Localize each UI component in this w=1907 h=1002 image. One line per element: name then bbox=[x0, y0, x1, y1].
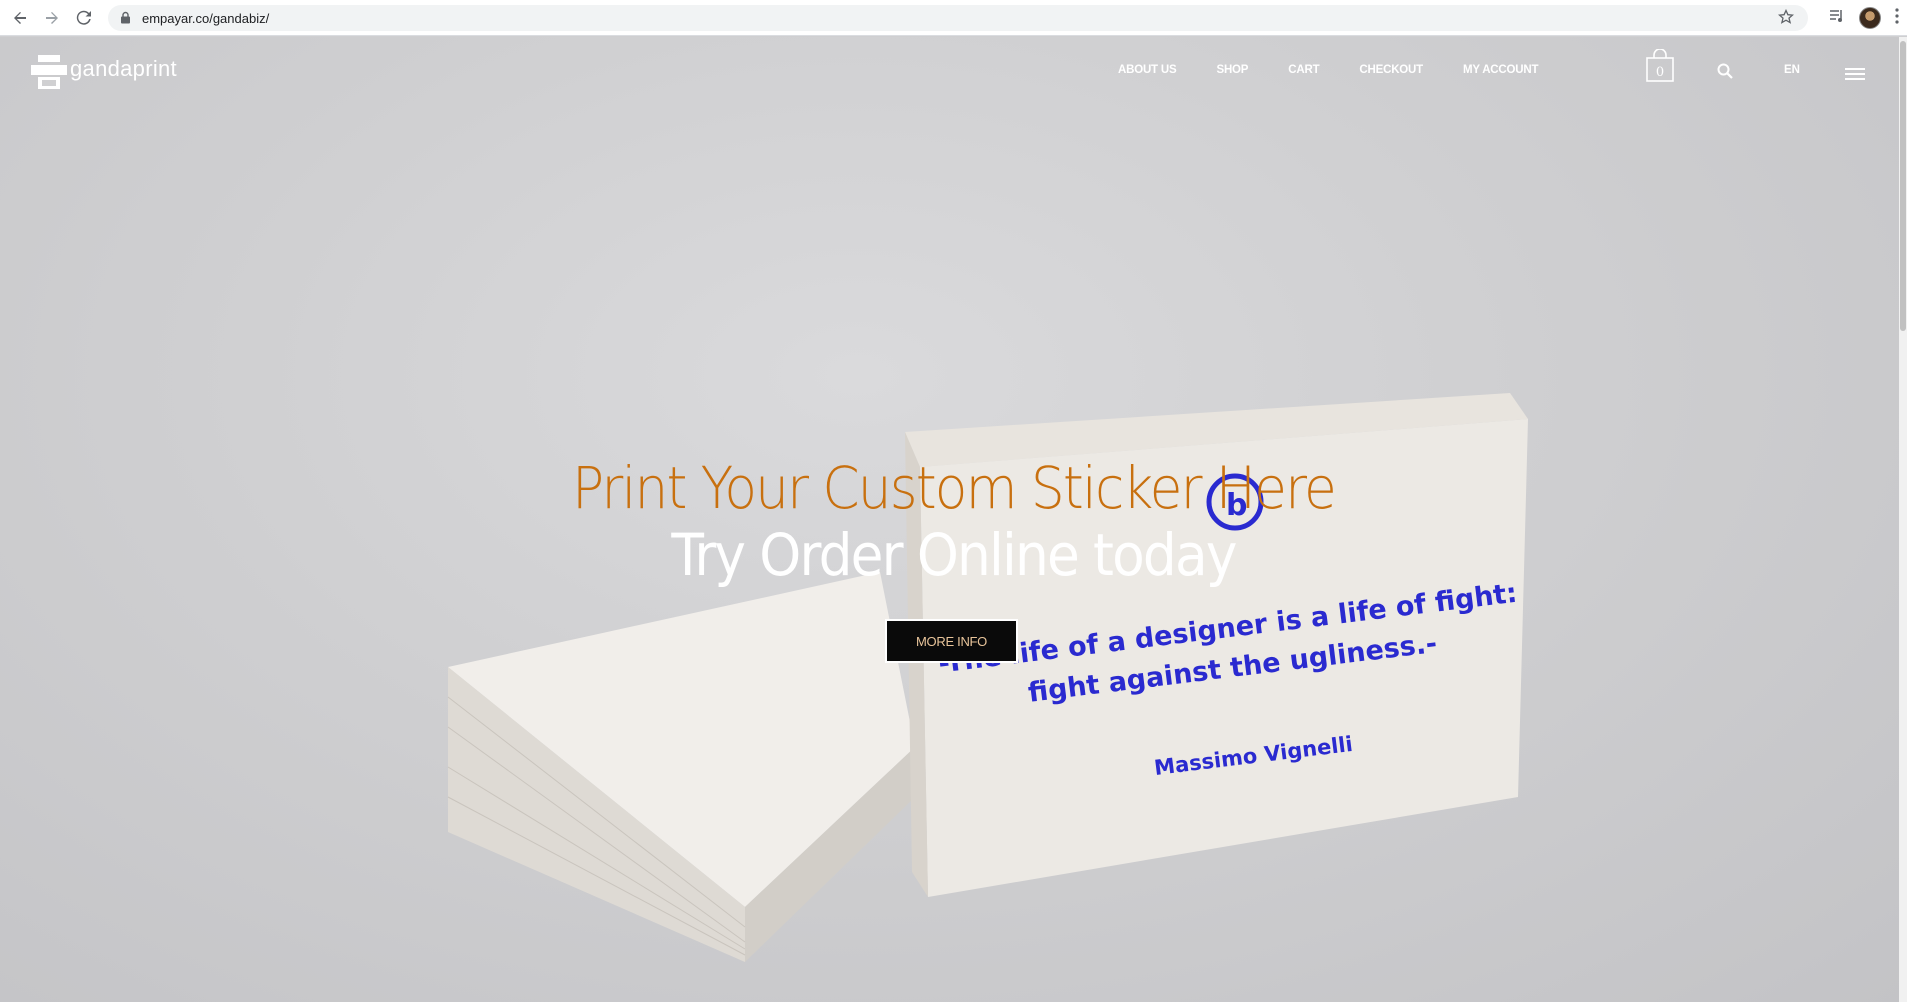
avatar[interactable] bbox=[1859, 7, 1881, 29]
hamburger-menu-button[interactable] bbox=[1845, 67, 1865, 85]
page-scrollbar[interactable] bbox=[1899, 37, 1907, 1002]
printer-logo-icon bbox=[31, 55, 67, 89]
address-bar[interactable]: empayar.co/gandabiz/ bbox=[108, 5, 1808, 31]
logo-text: gandaprint bbox=[70, 56, 177, 81]
media-icon[interactable] bbox=[1829, 9, 1845, 28]
site-logo[interactable]: gandaprint bbox=[30, 53, 177, 91]
cart-button[interactable]: 0 bbox=[1645, 48, 1675, 88]
menu-icon[interactable] bbox=[1895, 7, 1899, 29]
search-icon bbox=[1717, 63, 1733, 79]
hero-title: Print Your Custom Sticker Here bbox=[572, 454, 1337, 522]
nav-about-us[interactable]: ABOUT US bbox=[1118, 64, 1177, 76]
main-nav: ABOUT US SHOP CART CHECKOUT MY ACCOUNT bbox=[1118, 64, 1578, 76]
hero-subtitle: Try Order Online today bbox=[671, 521, 1237, 589]
nav-checkout[interactable]: CHECKOUT bbox=[1359, 64, 1423, 76]
nav-shop[interactable]: SHOP bbox=[1216, 64, 1248, 76]
more-info-button[interactable]: MORE INFO bbox=[885, 619, 1018, 663]
nav-my-account[interactable]: MY ACCOUNT bbox=[1463, 64, 1539, 76]
nav-cart[interactable]: CART bbox=[1288, 64, 1319, 76]
search-button[interactable] bbox=[1717, 63, 1733, 84]
star-icon[interactable] bbox=[1777, 8, 1795, 30]
scrollbar-thumb[interactable] bbox=[1900, 41, 1906, 331]
hamburger-icon bbox=[1845, 68, 1865, 80]
cart-count: 0 bbox=[1655, 65, 1665, 80]
forward-icon[interactable] bbox=[40, 6, 64, 30]
hero-section: b -The life of a designer is a life of f… bbox=[0, 37, 1907, 1002]
reload-icon[interactable] bbox=[72, 6, 96, 30]
back-icon[interactable] bbox=[8, 6, 32, 30]
lock-icon bbox=[120, 11, 131, 29]
language-selector[interactable]: EN bbox=[1784, 64, 1800, 76]
browser-toolbar: empayar.co/gandabiz/ bbox=[0, 0, 1907, 36]
url-text: empayar.co/gandabiz/ bbox=[142, 11, 270, 26]
